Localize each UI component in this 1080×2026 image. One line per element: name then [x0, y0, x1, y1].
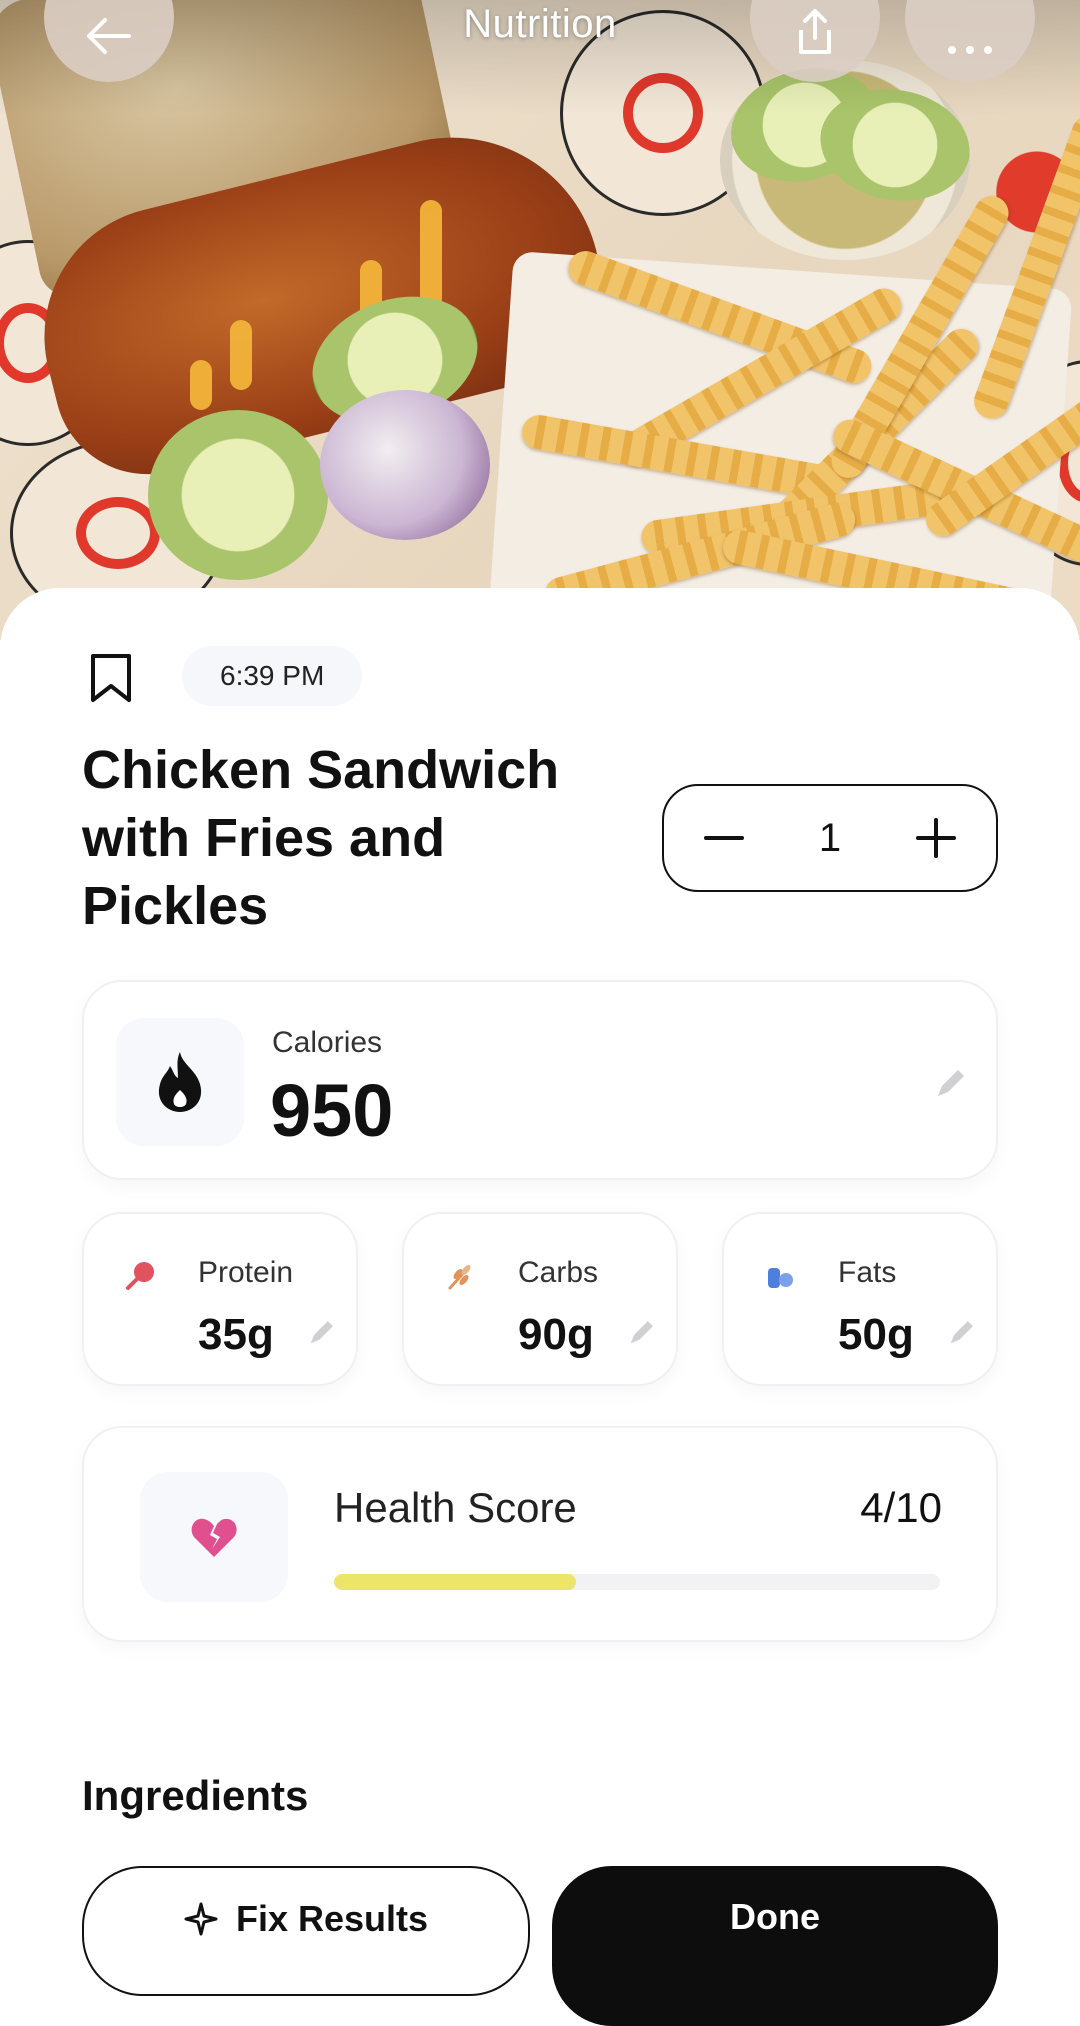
protein-label: Protein — [198, 1256, 294, 1289]
health-score-bar-fill — [334, 1574, 577, 1590]
ingredients-heading: Ingredients — [82, 1772, 309, 1819]
sparkle-icon — [184, 1902, 218, 1936]
fix-results-label: Fix Results — [235, 1898, 429, 1939]
calories-card[interactable]: Calories 950 — [82, 980, 998, 1180]
oil-drop-icon — [768, 1268, 793, 1288]
flame-icon — [158, 1052, 202, 1112]
drumstick-icon — [126, 1262, 154, 1290]
fats-card[interactable]: Fats 50g — [722, 1212, 998, 1386]
done-label: Done — [730, 1896, 820, 1937]
edit-carbs-pencil-icon[interactable] — [624, 1316, 658, 1350]
broken-heart-icon — [191, 1518, 237, 1557]
health-score-value: 4/10 — [860, 1484, 942, 1531]
meal-time-badge: 6:39 PM — [182, 646, 363, 706]
edit-calories-pencil-icon[interactable] — [930, 1064, 970, 1104]
health-score-icon-box — [140, 1472, 288, 1602]
wheat-icon — [448, 1265, 471, 1290]
carbs-value: 90g — [518, 1310, 594, 1359]
quantity-stepper: 1 — [662, 784, 998, 892]
calories-value: 950 — [270, 1069, 394, 1152]
protein-card[interactable]: Protein 35g — [82, 1212, 358, 1386]
more-horizontal-icon — [948, 46, 992, 54]
fats-value: 50g — [838, 1310, 914, 1359]
carbs-label: Carbs — [518, 1256, 599, 1289]
food-photo — [0, 0, 1080, 640]
share-icon — [799, 9, 831, 54]
meal-time: 6:39 PM — [220, 660, 325, 691]
edit-fats-pencil-icon[interactable] — [944, 1316, 978, 1350]
decrease-quantity-button[interactable] — [702, 816, 746, 860]
health-score-label: Health Score — [334, 1484, 577, 1531]
health-score-bar — [334, 1574, 940, 1590]
done-button[interactable]: Done — [552, 1866, 998, 2026]
edit-protein-pencil-icon[interactable] — [304, 1316, 338, 1350]
quantity-value: 1 — [818, 815, 842, 860]
carbs-card[interactable]: Carbs 90g — [402, 1212, 678, 1386]
health-score-card[interactable]: Health Score 4/10 — [82, 1426, 998, 1642]
calories-label: Calories — [272, 1026, 383, 1059]
bookmark-icon[interactable] — [88, 652, 134, 704]
fix-results-button[interactable]: Fix Results — [82, 1866, 530, 1996]
calories-icon-box — [116, 1018, 244, 1146]
increase-quantity-button[interactable] — [914, 816, 958, 860]
fats-label: Fats — [838, 1256, 897, 1289]
protein-value: 35g — [198, 1310, 274, 1359]
meal-title: Chicken Sandwich with Fries and Pickles — [82, 740, 560, 936]
